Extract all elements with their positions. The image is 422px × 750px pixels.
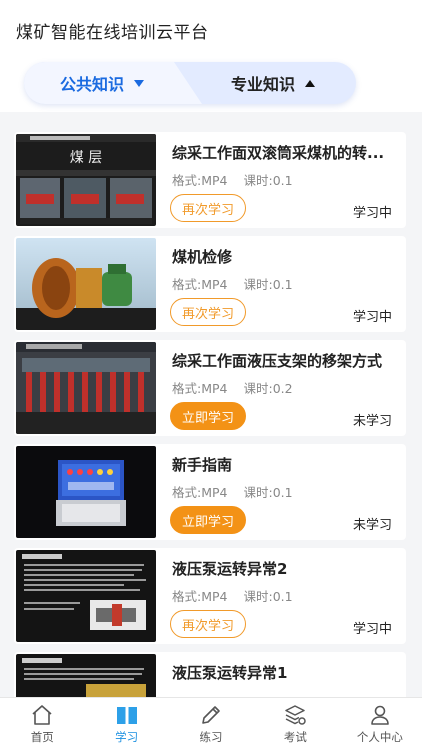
- course-format: 格式:MP4: [172, 277, 228, 292]
- tab-home-label: 首页: [30, 730, 54, 744]
- course-thumbnail: [16, 654, 156, 697]
- pencil-icon: [202, 706, 220, 724]
- user-icon: [371, 705, 389, 725]
- tab-practice-label: 练习: [199, 730, 223, 744]
- course-hours: 课时:0.1: [243, 277, 293, 292]
- tab-public-knowledge[interactable]: 公共知识: [24, 62, 202, 104]
- tab-professional-knowledge[interactable]: 专业知识: [190, 62, 356, 104]
- tab-exam[interactable]: 考试: [253, 698, 337, 750]
- study-status: 学习中: [352, 310, 392, 325]
- course-meta: 格式:MP4 课时:0.2: [172, 378, 305, 397]
- category-segment: 公共知识 专业知识: [24, 62, 356, 104]
- course-hours: 课时:0.1: [243, 173, 293, 188]
- book-icon: [116, 707, 137, 724]
- home-icon: [32, 705, 52, 725]
- study-status: 未学习: [352, 518, 392, 533]
- study-status: 未学习: [352, 414, 392, 429]
- course-thumbnail: [16, 238, 156, 330]
- study-again-button[interactable]: 再次学习: [170, 194, 246, 222]
- course-format: 格式:MP4: [172, 173, 228, 188]
- study-status: 学习中: [352, 622, 392, 637]
- tab-home[interactable]: 首页: [0, 698, 84, 750]
- tab-practice[interactable]: 练习: [169, 698, 253, 750]
- caret-down-icon: [134, 79, 144, 87]
- course-hours: 课时:0.2: [243, 381, 293, 396]
- course-title[interactable]: 煤机检修: [172, 246, 394, 267]
- tab-public-knowledge-label: 公共知识: [59, 75, 124, 94]
- study-again-button[interactable]: 再次学习: [170, 298, 246, 326]
- tab-study[interactable]: 学习: [84, 698, 168, 750]
- course-card[interactable]: 煤 层 综采工作面双滚筒采煤机的转... 格式:MP4 课时:0.1 再次学习 …: [14, 132, 406, 228]
- course-title[interactable]: 综采工作面双滚筒采煤机的转...: [172, 142, 394, 163]
- bottom-tab-bar: 首页 学习 练习 考试 个人中心: [0, 697, 422, 750]
- course-title[interactable]: 液压泵运转异常1: [172, 662, 394, 683]
- start-study-button[interactable]: 立即学习: [170, 506, 246, 534]
- tab-exam-label: 考试: [283, 730, 307, 744]
- tab-profile[interactable]: 个人中心: [338, 698, 422, 750]
- course-meta: 格式:MP4 课时:0.1: [172, 586, 305, 605]
- tab-professional-knowledge-label: 专业知识: [230, 75, 295, 94]
- course-meta: 格式:MP4 课时:0.1: [172, 482, 305, 501]
- course-thumbnail: [16, 550, 156, 642]
- course-card[interactable]: 新手指南 格式:MP4 课时:0.1 立即学习 未学习: [14, 444, 406, 540]
- course-format: 格式:MP4: [172, 589, 228, 604]
- course-card[interactable]: 综采工作面液压支架的移架方式 格式:MP4 课时:0.2 立即学习 未学习: [14, 340, 406, 436]
- course-title[interactable]: 液压泵运转异常2: [172, 558, 394, 579]
- thumb-caption: 煤 层: [70, 150, 102, 166]
- study-again-button[interactable]: 再次学习: [170, 610, 246, 638]
- course-hours: 课时:0.1: [243, 485, 293, 500]
- course-thumbnail: [16, 342, 156, 434]
- tab-profile-label: 个人中心: [356, 730, 403, 744]
- course-card[interactable]: 液压泵运转异常1: [14, 652, 406, 697]
- course-thumbnail: [16, 446, 156, 538]
- app-header: 煤矿智能在线培训云平台 公共知识 专业知识: [0, 0, 422, 112]
- course-card[interactable]: 煤机检修 格式:MP4 课时:0.1 再次学习 学习中: [14, 236, 406, 332]
- course-title[interactable]: 综采工作面液压支架的移架方式: [172, 350, 394, 371]
- course-format: 格式:MP4: [172, 381, 228, 396]
- study-status: 学习中: [352, 206, 392, 221]
- course-meta: 格式:MP4 课时:0.1: [172, 170, 305, 189]
- course-meta: 格式:MP4 课时:0.1: [172, 274, 305, 293]
- start-study-button[interactable]: 立即学习: [170, 402, 246, 430]
- page-title: 煤矿智能在线培训云平台: [16, 23, 209, 43]
- course-card[interactable]: 液压泵运转异常2 格式:MP4 课时:0.1 再次学习 学习中: [14, 548, 406, 644]
- course-title[interactable]: 新手指南: [172, 454, 394, 475]
- course-hours: 课时:0.1: [243, 589, 293, 604]
- tab-study-label: 学习: [115, 730, 139, 744]
- caret-up-icon: [305, 79, 315, 87]
- course-format: 格式:MP4: [172, 485, 228, 500]
- course-list: 煤 层 综采工作面双滚筒采煤机的转... 格式:MP4 课时:0.1 再次学习 …: [0, 112, 422, 697]
- exam-icon: [285, 705, 307, 725]
- course-thumbnail: 煤 层: [16, 134, 156, 226]
